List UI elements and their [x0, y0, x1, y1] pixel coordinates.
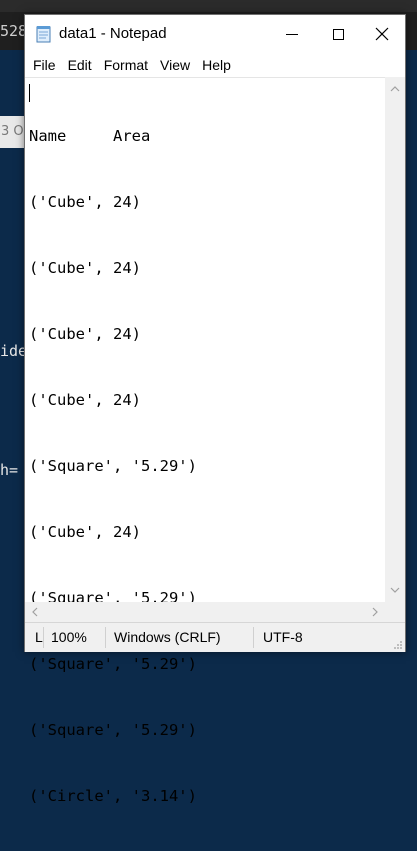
status-divider — [253, 627, 254, 648]
scrollbar-corner — [385, 602, 405, 622]
text-line: ('Cube', 24) — [29, 259, 141, 277]
notepad-icon — [36, 26, 51, 43]
status-bar: L 100% Windows (CRLF) UTF-8 — [25, 622, 405, 652]
status-divider — [105, 627, 106, 648]
background-app-topbar — [0, 0, 417, 12]
text-line: ('Cube', 24) — [29, 523, 141, 541]
text-line: ('Circle', '3.14') — [29, 787, 197, 805]
window-title: data1 - Notepad — [59, 25, 167, 42]
menu-bar: File Edit Format View Help — [25, 53, 405, 77]
text-line: ('Square', '5.29') — [29, 721, 197, 739]
menu-help[interactable]: Help — [196, 57, 237, 73]
maximize-button[interactable] — [315, 15, 361, 53]
text-line: ('Cube', 24) — [29, 325, 141, 343]
background-text-fragment: 3 O — [1, 124, 24, 139]
close-button[interactable] — [359, 15, 405, 53]
text-line: ('Square', '5.29') — [29, 457, 197, 475]
text-line: ('Cube', 24) — [29, 193, 141, 211]
minimize-button[interactable] — [269, 15, 315, 53]
horizontal-scrollbar[interactable] — [25, 602, 385, 622]
text-line: ('Square', '5.29') — [29, 655, 197, 673]
scroll-up-icon[interactable] — [385, 79, 405, 99]
background-code-fragment: h= — [0, 461, 19, 479]
title-bar[interactable]: data1 - Notepad — [25, 15, 405, 53]
menu-edit[interactable]: Edit — [62, 57, 98, 73]
text-content: Name Area ('Cube', 24) ('Cube', 24) ('Cu… — [29, 81, 197, 851]
vertical-scrollbar[interactable] — [385, 77, 405, 602]
status-divider — [43, 627, 44, 648]
status-position: L — [35, 629, 43, 645]
close-icon — [375, 27, 389, 41]
scroll-left-icon[interactable] — [25, 602, 45, 622]
text-line: ('Cube', 24) — [29, 391, 141, 409]
status-zoom: 100% — [51, 629, 87, 645]
menu-view[interactable]: View — [154, 57, 196, 73]
menu-format[interactable]: Format — [98, 57, 154, 73]
text-line: Name Area — [29, 127, 151, 145]
text-editor[interactable]: Name Area ('Cube', 24) ('Cube', 24) ('Cu… — [25, 77, 385, 805]
status-line-ending: Windows (CRLF) — [114, 629, 221, 645]
scroll-down-icon[interactable] — [385, 580, 405, 600]
resize-grip-icon[interactable] — [393, 640, 403, 650]
status-encoding: UTF-8 — [263, 629, 303, 645]
maximize-icon — [332, 28, 344, 40]
scroll-right-icon[interactable] — [365, 602, 385, 622]
minimize-icon — [286, 33, 298, 35]
notepad-window[interactable]: data1 - Notepad File Edit Format View He… — [24, 14, 406, 805]
menu-file[interactable]: File — [27, 57, 62, 73]
